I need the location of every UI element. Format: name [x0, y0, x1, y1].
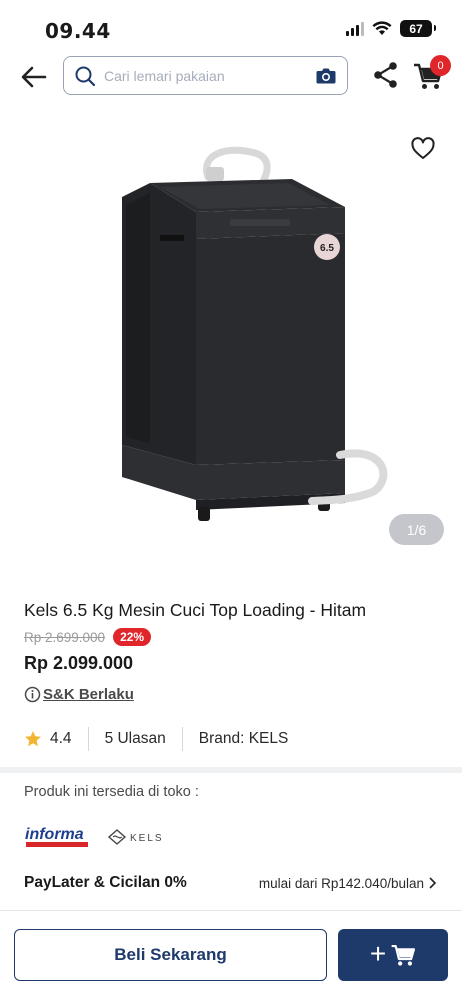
meta-divider	[181, 727, 183, 751]
cart-icon	[391, 945, 416, 966]
original-price: Rp 2.699.000	[24, 629, 106, 645]
store-availability-label: Produk ini tersedia di toko :	[24, 784, 199, 800]
info-icon	[24, 686, 41, 703]
svg-text:KELS: KELS	[130, 833, 164, 844]
review-count[interactable]: 5 Ulasan	[105, 730, 166, 748]
wifi-icon	[372, 21, 392, 35]
product-title: Kels 6.5 Kg Mesin Cuci Top Loading - Hit…	[24, 600, 367, 620]
back-button[interactable]	[18, 61, 50, 93]
paylater-row[interactable]: PayLater & Cicilan 0% mulai dari Rp142.0…	[24, 874, 438, 892]
star-icon	[25, 731, 41, 747]
top-bar: 0	[0, 55, 462, 97]
camera-icon[interactable]	[315, 65, 337, 87]
plus-icon: +	[369, 937, 387, 969]
capacity-badge: 6.5	[320, 243, 334, 254]
section-divider	[0, 767, 462, 773]
svg-text:informa: informa	[25, 826, 84, 843]
bottom-divider	[0, 910, 462, 911]
price-row: Rp 2.699.000 22%	[24, 628, 152, 646]
informa-logo[interactable]: informa	[24, 824, 92, 850]
status-icons: 67	[346, 20, 436, 37]
chevron-right-icon	[429, 877, 437, 889]
search-icon	[75, 66, 96, 86]
paylater-detail: mulai dari Rp142.040/bulan	[259, 876, 438, 891]
status-bar: 09.44 67	[0, 0, 462, 52]
washing-machine-image: 6.5	[122, 146, 388, 521]
search-box[interactable]	[63, 56, 348, 95]
current-price: Rp 2.099.000	[24, 653, 134, 673]
paylater-installment: mulai dari Rp142.040/bulan	[258, 875, 424, 891]
share-icon[interactable]	[371, 60, 401, 90]
paylater-title: PayLater & Cicilan 0%	[24, 874, 187, 891]
search-input[interactable]	[104, 67, 315, 84]
kels-logo[interactable]: KELS	[106, 826, 176, 848]
status-time: 09.44	[45, 19, 111, 43]
rating-value: 4.4	[50, 730, 72, 747]
signal-icon	[346, 21, 364, 36]
store-logos: informa KELS	[24, 824, 176, 850]
image-pager: 1/6	[389, 514, 444, 545]
cart-count-badge: 0	[430, 55, 451, 76]
product-meta: 4.4 5 Ulasan Brand: KELS	[24, 726, 288, 752]
arrow-left-icon	[21, 66, 47, 88]
product-image[interactable]: 6.5	[0, 115, 462, 565]
buy-now-button[interactable]: Beli Sekarang	[14, 929, 327, 981]
meta-divider	[87, 727, 89, 751]
add-to-cart-button[interactable]: +	[338, 929, 448, 981]
discount-badge: 22%	[113, 628, 152, 646]
terms-label: S&K Berlaku	[43, 686, 134, 703]
battery-icon: 67	[400, 20, 436, 37]
heart-icon[interactable]	[410, 136, 436, 162]
brand-label[interactable]: Brand: KELS	[199, 730, 289, 748]
terms-link[interactable]: S&K Berlaku	[24, 686, 134, 703]
